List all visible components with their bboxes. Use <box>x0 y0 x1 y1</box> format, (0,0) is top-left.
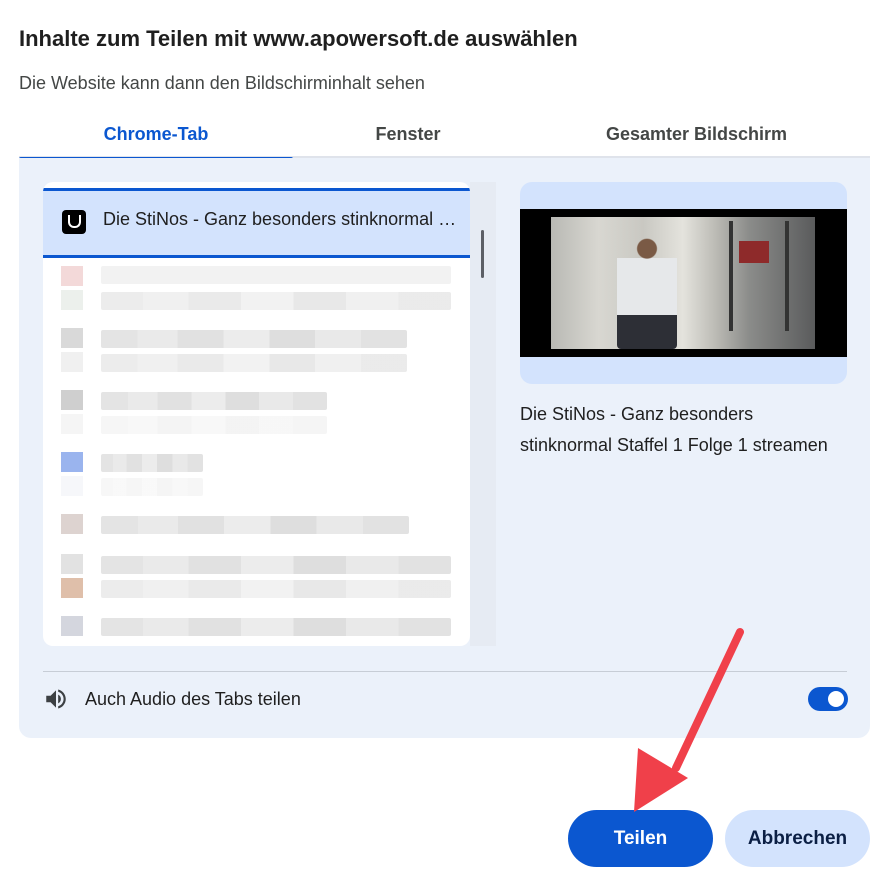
blurred-favicon-icon <box>61 452 83 472</box>
dialog-subtitle: Die Website kann dann den Bildschirminha… <box>19 73 425 93</box>
tab-list-scrollbar[interactable] <box>470 182 496 646</box>
tab-window[interactable]: Fenster <box>293 114 523 158</box>
stinos-favicon-icon <box>62 210 86 234</box>
source-tabs: Chrome-Tab Fenster Gesamter Bildschirm <box>19 114 870 160</box>
tab-list-item-selected[interactable]: Die StiNos - Ganz besonders stinknormal … <box>43 188 470 258</box>
share-button[interactable]: Teilen <box>568 810 713 867</box>
tab-preview <box>520 182 847 384</box>
share-audio-toggle[interactable] <box>808 687 848 711</box>
blurred-favicon-icon <box>61 514 83 534</box>
blurred-favicon-icon <box>61 554 83 574</box>
dialog-title: Inhalte zum Teilen mit www.apowersoft.de… <box>19 26 578 51</box>
tab-entire-screen[interactable]: Gesamter Bildschirm <box>523 114 870 158</box>
blurred-favicon-icon <box>61 328 83 348</box>
share-audio-label: Auch Audio des Tabs teilen <box>85 689 301 709</box>
speaker-icon <box>46 689 66 709</box>
tab-list: Die StiNos - Ganz besonders stinknormal … <box>43 182 470 646</box>
tab-list-item-label: Die StiNos - Ganz besonders stinknormal … <box>103 209 463 229</box>
preview-title: Die StiNos - Ganz besonders stinknormal … <box>520 404 828 455</box>
blurred-favicon-icon <box>61 390 83 410</box>
scrollbar-thumb[interactable] <box>481 230 484 278</box>
tab-chrome-tab[interactable]: Chrome-Tab <box>19 114 293 160</box>
toggle-knob <box>828 691 844 707</box>
preview-thumbnail <box>551 217 815 349</box>
annotation-arrow-icon <box>634 628 744 812</box>
blurred-favicon-icon <box>61 266 83 286</box>
blurred-favicon-icon <box>61 616 83 636</box>
cancel-button[interactable]: Abbrechen <box>725 810 870 867</box>
preview-video-frame <box>520 209 847 357</box>
